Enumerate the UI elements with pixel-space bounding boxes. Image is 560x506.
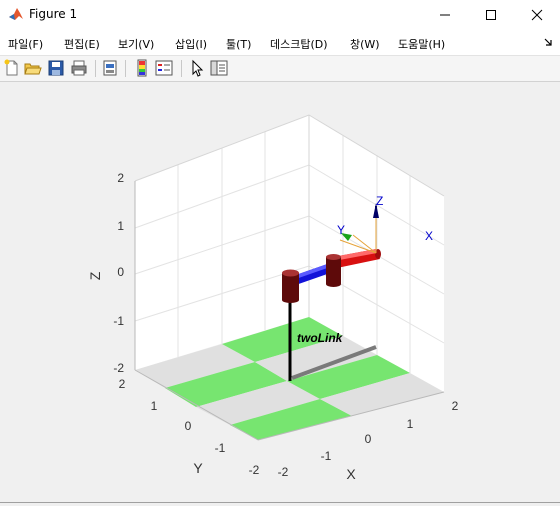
y-axis-label: Y [193,460,203,476]
toolbar-separator [95,60,96,77]
new-figure-icon[interactable] [3,59,21,77]
link-plot-icon[interactable] [101,59,119,77]
frame-y-label: Y [337,223,345,237]
menu-window[interactable]: 창(W) [350,36,380,52]
menu-insert[interactable]: 삽입(I) [175,36,207,52]
matlab-icon [8,6,24,22]
y-tick-label: -1 [215,441,226,455]
minimize-icon [440,14,450,16]
menu-tools[interactable]: 툴(T) [226,36,251,52]
save-icon[interactable] [47,59,65,77]
dock-arrow-icon[interactable] [544,37,554,47]
maximize-icon [486,10,496,20]
legend-icon[interactable] [155,59,173,77]
z-tick-label: 2 [117,171,124,185]
close-button[interactable] [514,0,560,30]
toolbar [0,56,560,82]
axes-3d[interactable]: 2 1 0 -1 -2 2 1 0 -1 -2 -2 -1 0 1 2 Z Y X twoLink Z Y… [0,82,560,502]
close-icon [531,9,543,21]
print-icon[interactable] [70,59,88,77]
title-bar: Figure 1 [0,0,560,30]
x-tick-label: 2 [452,399,459,413]
menu-help[interactable]: 도움말(H) [398,36,445,52]
open-file-icon[interactable] [24,59,42,77]
y-tick-label: 0 [185,419,192,433]
property-inspector-icon[interactable] [210,59,228,77]
menu-edit[interactable]: 편집(E) [64,36,100,52]
toolbar-separator [181,60,182,77]
figure-bottom-border [0,502,560,503]
y-tick-label: 2 [119,377,126,391]
z-tick-label: 1 [117,219,124,233]
toolbar-separator [125,60,126,77]
y-tick-label: 1 [151,399,158,413]
frame-z-label: Z [376,194,383,208]
figure-canvas[interactable]: 2 1 0 -1 -2 2 1 0 -1 -2 -2 -1 0 1 2 Z Y X twoLink [0,82,560,502]
menu-desktop[interactable]: 데스크탑(D) [270,36,328,52]
frame-x-label: X [425,229,433,243]
z-tick-label: 0 [117,265,124,279]
x-tick-label: -2 [278,465,289,479]
colorbar-icon[interactable] [133,59,151,77]
robot-name-label: twoLink [297,331,344,345]
robot-joint-2 [326,254,341,287]
x-tick-label: 1 [407,417,414,431]
z-tick-label: -2 [113,361,124,375]
y-tick-label: -2 [249,463,260,477]
x-tick-label: 0 [365,432,372,446]
x-tick-label: -1 [321,449,332,463]
menu-view[interactable]: 보기(V) [118,36,154,52]
maximize-button[interactable] [468,0,514,30]
z-tick-label: -1 [113,314,124,328]
x-axis-label: X [346,466,356,482]
menu-bar: 파일(F) 편집(E) 보기(V) 삽입(I) 툴(T) 데스크탑(D) 창(W… [0,30,560,56]
menu-file[interactable]: 파일(F) [8,36,43,52]
window-title: Figure 1 [29,7,78,21]
z-axis-label: Z [87,271,103,280]
pointer-icon[interactable] [188,59,206,77]
minimize-button[interactable] [422,0,468,30]
robot-joint-1 [282,269,299,303]
